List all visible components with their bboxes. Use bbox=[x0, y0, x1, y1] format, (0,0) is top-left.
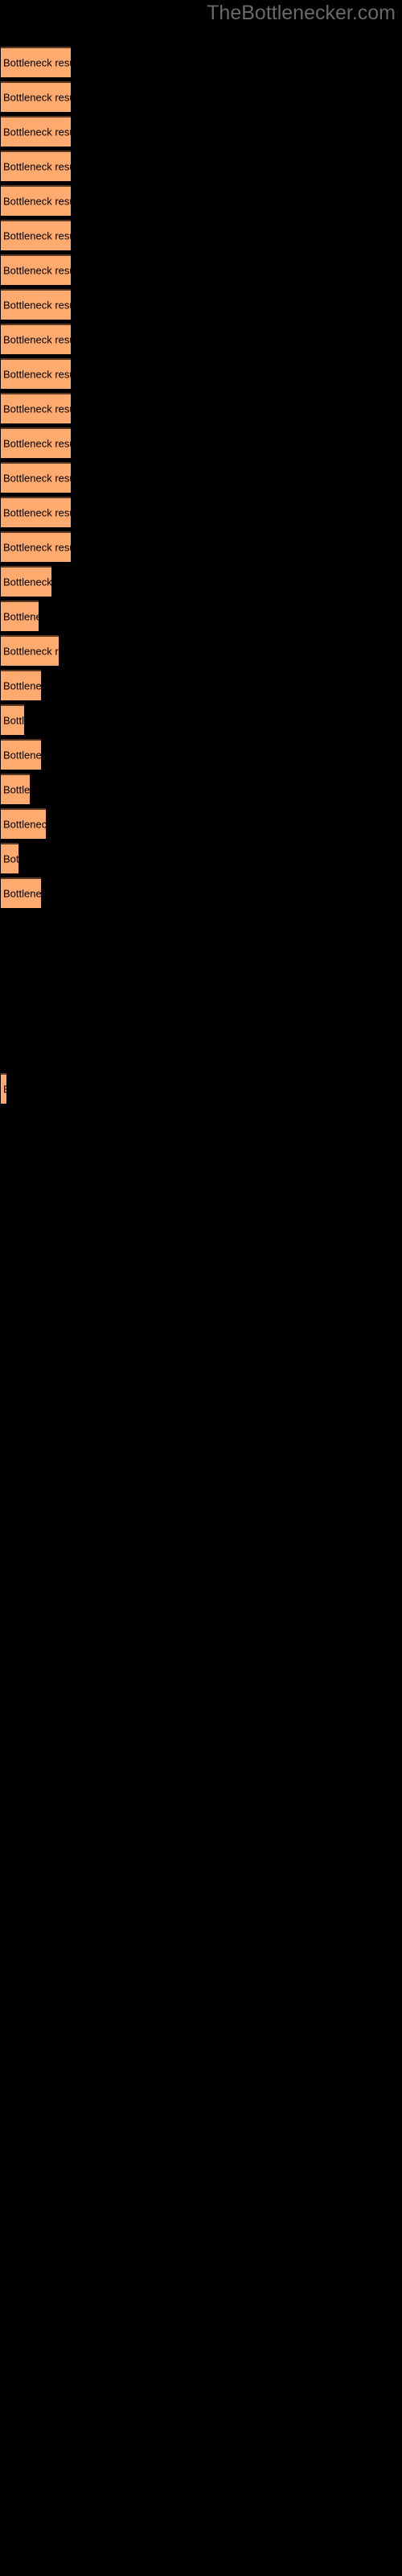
bar-label: Bottleneck result bbox=[3, 506, 71, 519]
bar-22[interactable]: Bottleneck result bbox=[1, 774, 30, 804]
bar-1[interactable]: Bottleneck result bbox=[1, 47, 71, 77]
bar-label: Bottleneck result bbox=[3, 852, 18, 865]
bar-6[interactable]: Bottleneck result bbox=[1, 220, 71, 250]
bar-label: Bottleneck result bbox=[3, 195, 71, 208]
bar-label: Bottleneck result bbox=[3, 333, 71, 346]
bar-11[interactable]: Bottleneck result bbox=[1, 393, 71, 423]
bar-8[interactable]: Bottleneck result bbox=[1, 289, 71, 320]
bar-19[interactable]: Bottleneck result bbox=[1, 670, 41, 700]
bar-7[interactable]: Bottleneck result bbox=[1, 254, 71, 285]
bar-9[interactable]: Bottleneck result bbox=[1, 324, 71, 354]
bar-label: Bottleneck result bbox=[3, 402, 71, 415]
bar-label: Bottleneck result bbox=[3, 1084, 6, 1096]
bar-3[interactable]: Bottleneck result bbox=[1, 116, 71, 147]
bar-label: Bottleneck result bbox=[3, 229, 71, 242]
bar-26[interactable]: Bottleneck result bbox=[1, 1073, 6, 1104]
bar-24[interactable]: Bottleneck result bbox=[1, 843, 18, 873]
bar-label: Bottleneck result bbox=[3, 299, 71, 312]
bar-4[interactable]: Bottleneck result bbox=[1, 151, 71, 181]
bar-16[interactable]: Bottleneck result bbox=[1, 566, 51, 597]
bar-label: Bottleneck result bbox=[3, 645, 59, 658]
bar-13[interactable]: Bottleneck result bbox=[1, 462, 71, 493]
bars-layer: Bottleneck result Bottleneck result Bottle… bbox=[0, 0, 402, 2576]
bar-label: Bottleneck result bbox=[3, 818, 46, 831]
bar-label: Bottleneck result bbox=[3, 437, 71, 450]
bar-label: Bottleneck result bbox=[3, 887, 41, 900]
bar-25[interactable]: Bottleneck result bbox=[1, 877, 41, 908]
bar-label: Bottleneck result bbox=[3, 264, 71, 277]
bar-17[interactable]: Bottleneck result bbox=[1, 601, 39, 631]
bar-label: Bottleneck result bbox=[3, 368, 71, 381]
bar-label: Bottleneck result bbox=[3, 91, 71, 104]
bar-label: Bottleneck result bbox=[3, 56, 71, 69]
bar-21[interactable]: Bottleneck result bbox=[1, 739, 41, 770]
bar-label: Bottleneck result bbox=[3, 610, 39, 623]
bar-5[interactable]: Bottleneck result bbox=[1, 185, 71, 216]
bar-18[interactable]: Bottleneck result bbox=[1, 635, 59, 666]
bar-label: Bottleneck result bbox=[3, 160, 71, 173]
bar-label: Bottleneck result bbox=[3, 679, 41, 692]
bar-label: Bottleneck result bbox=[3, 472, 71, 485]
bar-label: Bottleneck result bbox=[3, 749, 41, 762]
bar-label: Bottleneck result bbox=[3, 576, 51, 588]
bar-10[interactable]: Bottleneck result bbox=[1, 358, 71, 389]
bar-23[interactable]: Bottleneck result bbox=[1, 808, 46, 839]
bar-label: Bottleneck result bbox=[3, 126, 71, 138]
bar-2[interactable]: Bottleneck result bbox=[1, 81, 71, 112]
bar-20[interactable]: Bottleneck result bbox=[1, 704, 24, 735]
bar-label: Bottleneck result bbox=[3, 541, 71, 554]
bottleneck-bar-chart: TheBottlenecker.com Bottleneck resultBot… bbox=[0, 0, 402, 2576]
bar-label: Bottleneck result bbox=[3, 714, 24, 727]
bar-12[interactable]: Bottleneck result bbox=[1, 427, 71, 458]
bar-15[interactable]: Bottleneck result bbox=[1, 531, 71, 562]
bar-label: Bottleneck result bbox=[3, 783, 30, 796]
bar-14[interactable]: Bottleneck result bbox=[1, 497, 71, 527]
